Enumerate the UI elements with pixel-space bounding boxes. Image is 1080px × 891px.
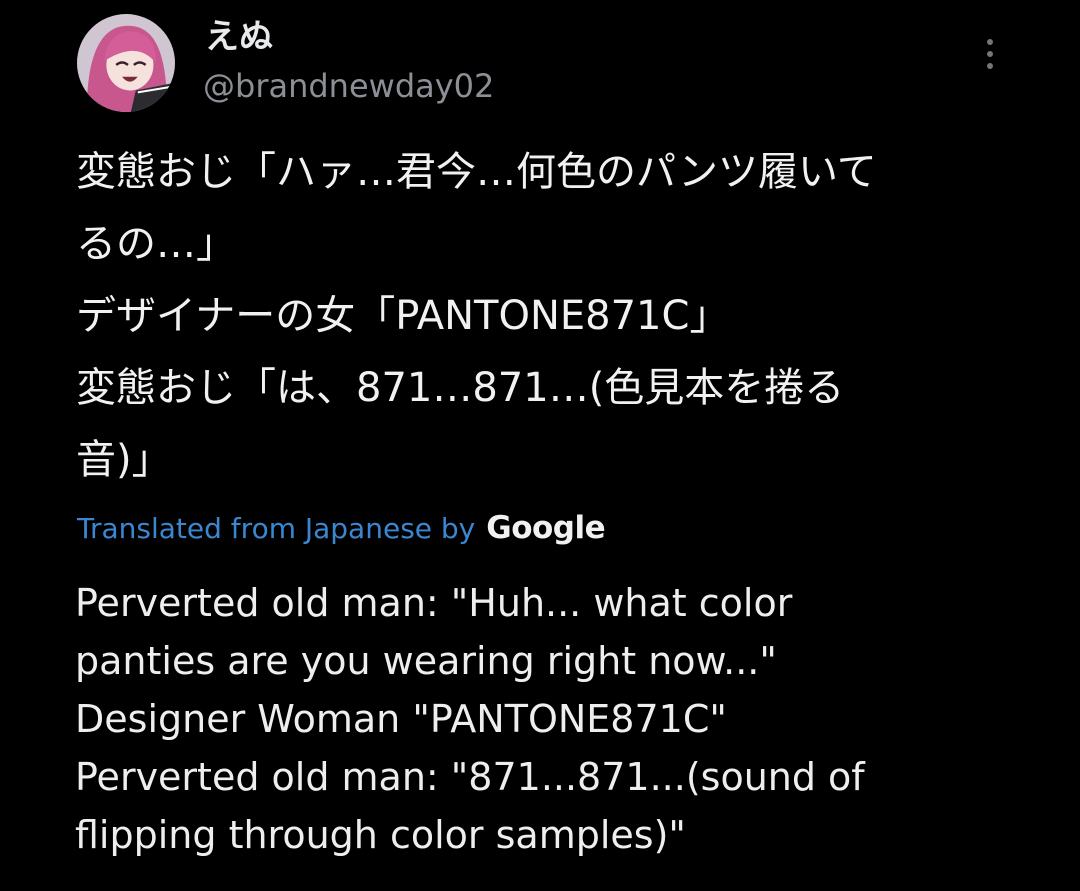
translation-attribution: Translated from Japanese by Google	[77, 505, 606, 551]
translated-text-line: flipping through color samples)"	[75, 813, 686, 857]
tweet: えぬ @brandnewday02 変態おじ「ハァ…君今…何色のパンツ履いて る…	[0, 0, 1080, 891]
tweet-original-text: 変態おじ「ハァ…君今…何色のパンツ履いて るの…」 デザイナーの女「PANTON…	[76, 136, 1036, 496]
author-handle[interactable]: @brandnewday02	[203, 64, 494, 108]
more-dot	[987, 51, 993, 57]
original-text-line: 音)」	[76, 437, 172, 483]
author-display-name[interactable]: えぬ	[205, 14, 273, 60]
translated-from-link[interactable]: Translated from Japanese by	[77, 512, 475, 545]
original-text-line: るの…」	[76, 221, 236, 267]
google-logo: Google	[486, 510, 606, 546]
translated-text-line: Perverted old man: "871...871...(sound o…	[75, 755, 865, 799]
translated-text-line: Perverted old man: "Huh... what color	[75, 581, 793, 625]
more-dot	[987, 39, 993, 45]
more-options-icon[interactable]	[970, 30, 1010, 78]
tweet-translated-text: Perverted old man: "Huh... what color pa…	[75, 574, 1065, 864]
original-text-line: 変態おじ「は、871…871…(色見本を捲る	[76, 365, 845, 411]
original-text-line: デザイナーの女「PANTONE871C」	[76, 293, 730, 339]
avatar[interactable]	[77, 14, 175, 112]
more-dot	[987, 63, 993, 69]
translated-text-line: Designer Woman "PANTONE871C"	[75, 697, 727, 741]
avatar-illustration-icon	[77, 14, 175, 112]
original-text-line: 変態おじ「ハァ…君今…何色のパンツ履いて	[76, 149, 877, 195]
translated-text-line: panties are you wearing right now..."	[75, 639, 777, 683]
